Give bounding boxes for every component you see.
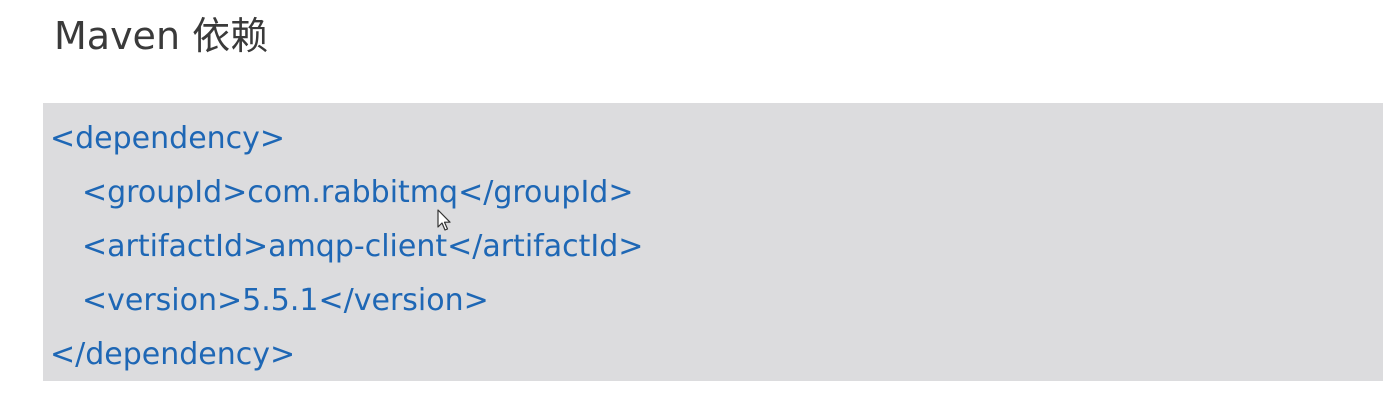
code-line-dependency-close: </dependency> [50,337,296,372]
mouse-pointer-icon [437,209,451,231]
code-line-group-id: <groupId>com.rabbitmq</groupId> [82,175,634,210]
code-block: <dependency> <groupId>com.rabbitmq</grou… [43,103,1383,381]
code-line-dependency-open: <dependency> [50,121,286,156]
code-line-artifact-id: <artifactId>amqp-client</artifactId> [82,229,644,264]
code-line-version: <version>5.5.1</version> [82,283,489,318]
page-title: Maven 依赖 [54,14,269,58]
